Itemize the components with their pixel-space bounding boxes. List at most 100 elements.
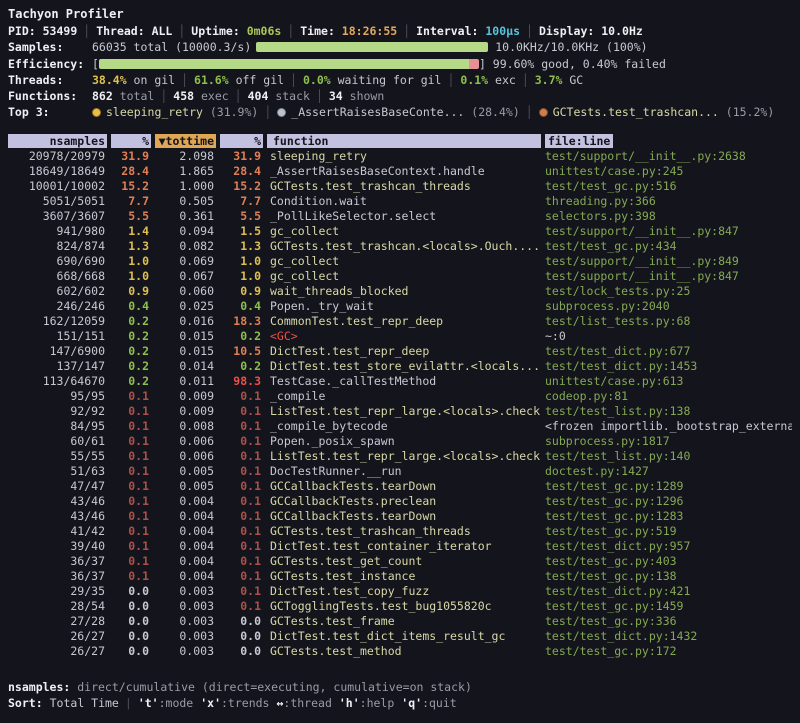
table-row[interactable]: 602/6020.90.0600.9wait_threads_blockedte…: [8, 284, 792, 299]
table-row[interactable]: 690/6901.00.0691.0gc_collecttest/support…: [8, 254, 792, 269]
table-row[interactable]: 941/9801.40.0941.5gc_collecttest/support…: [8, 224, 792, 239]
cell-pct-direct: 1.0: [107, 269, 151, 284]
cell-pct-cumulative: 0.2: [216, 329, 263, 344]
table-row[interactable]: 43/460.10.0040.1GCCallbackTests.tearDown…: [8, 509, 792, 524]
top3-percentage: (15.2%): [719, 105, 774, 119]
column-header-pct-cumulative[interactable]: %: [216, 134, 263, 149]
table-row[interactable]: 246/2460.40.0250.4Popen._try_waitsubproc…: [8, 299, 792, 314]
cell-function: GCTests.test_trashcan_threads: [263, 179, 541, 194]
cell-function: GCTogglingTests.test_bug1055820c: [263, 599, 541, 614]
cell-tottime: 2.098: [151, 149, 216, 164]
cell-pct-cumulative: 1.0: [216, 269, 263, 284]
table-row[interactable]: 824/8741.30.0821.3GCTests.test_trashcan.…: [8, 239, 792, 254]
cell-function: Popen._posix_spawn: [263, 434, 541, 449]
cell-pct-direct: 0.2: [107, 329, 151, 344]
table-row[interactable]: 20978/2097931.92.09831.9sleeping_retryte…: [8, 149, 792, 164]
table-row[interactable]: 10001/1000215.21.00015.2GCTests.test_tra…: [8, 179, 792, 194]
cell-pct-direct: 0.1: [107, 464, 151, 479]
samples-bar-fill: [256, 42, 488, 52]
table-row[interactable]: 28/540.00.0030.1GCTogglingTests.test_bug…: [8, 599, 792, 614]
table-row[interactable]: 668/6681.00.0671.0gc_collecttest/support…: [8, 269, 792, 284]
column-header-function-label: function: [267, 134, 541, 148]
column-header-pct-cumulative-label: %: [220, 134, 263, 148]
cell-function: GCTests.test_instance: [263, 569, 541, 584]
function-table: nsamples % ▼tottime % function file:line…: [8, 134, 792, 659]
cell-pct-cumulative: 0.1: [216, 389, 263, 404]
column-header-function[interactable]: function: [263, 134, 541, 149]
cell-file-line: unittest/case.py:613: [541, 374, 792, 389]
cell-file-line: test/support/__init__.py:849: [541, 254, 792, 269]
cell-nsamples: 36/37: [8, 554, 107, 569]
cell-tottime: 0.069: [151, 254, 216, 269]
key-hint: 'x': [200, 696, 221, 710]
cell-pct-cumulative: 0.1: [216, 554, 263, 569]
table-row[interactable]: 47/470.10.0050.1GCCallbackTests.tearDown…: [8, 479, 792, 494]
table-row[interactable]: 18649/1864928.41.86528.4_AssertRaisesBas…: [8, 164, 792, 179]
footer: nsamples: direct/cumulative (direct=exec…: [8, 679, 792, 712]
table-row[interactable]: 43/460.10.0040.1GCCallbackTests.preclean…: [8, 494, 792, 509]
cell-pct-direct: 28.4: [107, 164, 151, 179]
table-row[interactable]: 137/1470.20.0140.2DictTest.test_store_ev…: [8, 359, 792, 374]
table-row[interactable]: 41/420.10.0040.1GCTests.test_trashcan_th…: [8, 524, 792, 539]
column-header-file-line[interactable]: file:line: [541, 134, 792, 149]
table-row[interactable]: 60/610.10.0060.1Popen._posix_spawnsubpro…: [8, 434, 792, 449]
cell-pct-direct: 0.0: [107, 584, 151, 599]
cell-tottime: 0.505: [151, 194, 216, 209]
cell-pct-cumulative: 0.1: [216, 449, 263, 464]
cell-pct-cumulative: 31.9: [216, 149, 263, 164]
cell-pct-direct: 0.4: [107, 299, 151, 314]
column-header-pct-direct[interactable]: %: [107, 134, 151, 149]
table-row[interactable]: 36/370.10.0040.1GCTests.test_get_countte…: [8, 554, 792, 569]
nsamples-help-label: nsamples:: [8, 680, 70, 694]
cell-file-line: test/support/__init__.py:2638: [541, 149, 792, 164]
column-header-tottime-sorted[interactable]: ▼tottime: [151, 134, 216, 149]
table-row[interactable]: 29/350.00.0030.1DictTest.test_copy_fuzzt…: [8, 584, 792, 599]
keybinding-hints: 't':mode'x':trends↔:thread'h':help'q':qu…: [138, 696, 464, 710]
table-row[interactable]: 36/370.10.0040.1GCTests.test_instancetes…: [8, 569, 792, 584]
bronze-medal-icon: [539, 108, 548, 117]
cell-pct-cumulative: 0.1: [216, 599, 263, 614]
cell-file-line: test/support/__init__.py:847: [541, 224, 792, 239]
table-row[interactable]: 92/920.10.0090.1ListTest.test_repr_large…: [8, 404, 792, 419]
stat-pid: PID: 53499: [8, 24, 77, 38]
table-row[interactable]: 5051/50517.70.5057.7Condition.waitthread…: [8, 194, 792, 209]
column-header-pct-direct-label: %: [111, 134, 151, 148]
table-row[interactable]: 162/120590.20.01618.3CommonTest.test_rep…: [8, 314, 792, 329]
cell-file-line: test/list_tests.py:68: [541, 314, 792, 329]
table-row[interactable]: 26/270.00.0030.0DictTest.test_dict_items…: [8, 629, 792, 644]
samples-progress-bar: [256, 42, 488, 52]
table-row[interactable]: 84/950.10.0080.1_compile_bytecode<frozen…: [8, 419, 792, 434]
threads-label: Threads:: [8, 72, 92, 88]
cell-tottime: 0.014: [151, 359, 216, 374]
top3-function-name: GCTests.test_trashcan...: [553, 105, 719, 119]
column-header-nsamples[interactable]: nsamples: [8, 134, 107, 149]
cell-file-line: selectors.py:398: [541, 209, 792, 224]
cell-file-line: test/test_gc.py:1459: [541, 599, 792, 614]
stats-bar: PID: 53499│Thread: ALL│Uptime: 0m06s│Tim…: [8, 23, 792, 39]
table-row[interactable]: 95/950.10.0090.1_compilecodeop.py:81: [8, 389, 792, 404]
table-row[interactable]: 39/400.10.0040.1DictTest.test_container_…: [8, 539, 792, 554]
threads-row: Threads:38.4% on gil│61.6% off gil│0.0% …: [8, 72, 792, 88]
table-row[interactable]: 27/280.00.0030.0GCTests.test_frametest/t…: [8, 614, 792, 629]
cell-tottime: 0.060: [151, 284, 216, 299]
thread-stat-waiting-gil: 0.0% waiting for gil: [303, 73, 441, 87]
table-row[interactable]: 3607/36075.50.3615.5_PollLikeSelector.se…: [8, 209, 792, 224]
table-row[interactable]: 147/69000.20.01510.5DictTest.test_repr_d…: [8, 344, 792, 359]
cell-pct-direct: 1.0: [107, 254, 151, 269]
table-row[interactable]: 26/270.00.0030.0GCTests.test_methodtest/…: [8, 644, 792, 659]
cell-file-line: test/test_list.py:140: [541, 449, 792, 464]
table-row[interactable]: 51/630.10.0050.1DocTestRunner.__rundocte…: [8, 464, 792, 479]
cell-pct-direct: 0.2: [107, 359, 151, 374]
cell-file-line: test/test_gc.py:138: [541, 569, 792, 584]
cell-tottime: 1.000: [151, 179, 216, 194]
top3-function-name: sleeping_retry: [106, 105, 203, 119]
table-row[interactable]: 113/646700.20.01198.3TestCase._callTestM…: [8, 374, 792, 389]
functions-row: Functions:862 total│458 exec│404 stack│3…: [8, 88, 792, 104]
efficiency-bar-good: [99, 59, 469, 69]
table-row[interactable]: 55/550.10.0060.1ListTest.test_repr_large…: [8, 449, 792, 464]
table-row[interactable]: 151/1510.20.0150.2<GC>~:0: [8, 329, 792, 344]
cell-pct-direct: 0.2: [107, 314, 151, 329]
cell-nsamples: 47/47: [8, 479, 107, 494]
cell-function: DictTest.test_dict_items_result_gc: [263, 629, 541, 644]
functions-stat-total: 862 total: [92, 89, 154, 103]
